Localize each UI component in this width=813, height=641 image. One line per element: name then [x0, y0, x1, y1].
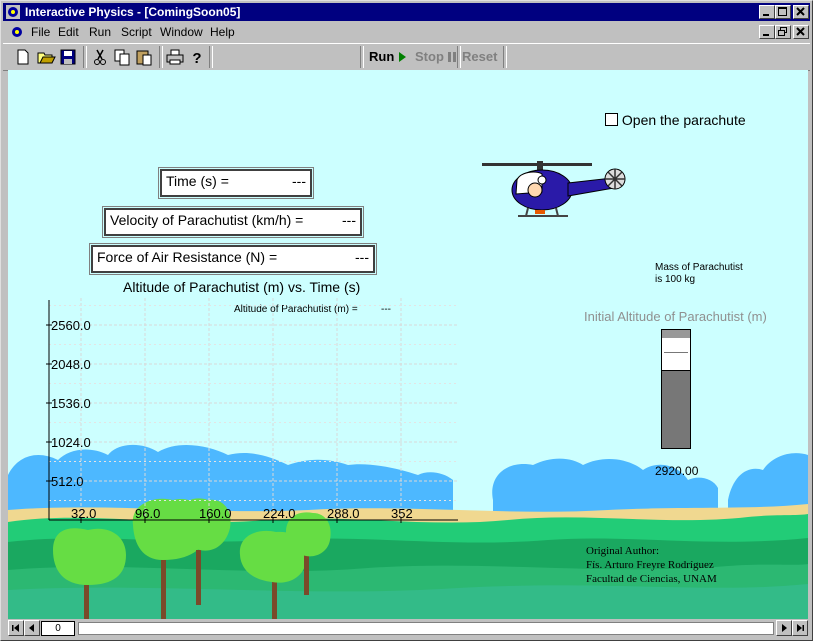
toolbar-separator: [83, 46, 87, 68]
slider-grip: [664, 352, 688, 353]
x-tick-label: 96.0: [135, 506, 160, 521]
document-icon[interactable]: [10, 25, 24, 39]
toolbar-separator: [209, 46, 213, 68]
right-arrow-icon: [782, 624, 787, 632]
menu-window[interactable]: Window: [160, 25, 203, 39]
menu-run[interactable]: Run: [89, 25, 111, 39]
time-value: ---: [292, 173, 306, 189]
run-label: Run: [369, 49, 395, 64]
altitude-slider-top: [662, 330, 690, 338]
toolbar-separator: [360, 46, 364, 68]
close-icon: [796, 27, 805, 36]
left-arrow-icon: [29, 624, 34, 632]
skip-back-icon: [12, 624, 19, 632]
menu-edit[interactable]: Edit: [58, 25, 79, 39]
x-tick-label: 32.0: [71, 506, 96, 521]
toolbar-separator: [457, 46, 461, 68]
credit-line1: Original Author:: [586, 545, 660, 557]
maximize-button[interactable]: [775, 5, 791, 19]
window-title: Interactive Physics - [ComingSoon05]: [25, 5, 241, 19]
mass-note-line1: Mass of Parachutist: [655, 262, 743, 273]
app-icon: [6, 5, 20, 19]
save-icon[interactable]: [58, 47, 78, 67]
scroll-last-button[interactable]: [792, 620, 808, 636]
chart-title: Altitude of Parachutist (m) vs. Time (s): [123, 279, 361, 295]
toolbar: ? Run Stop Reset: [3, 43, 810, 71]
reset-label: Reset: [462, 49, 498, 64]
x-tick-label: 288.0: [327, 506, 360, 521]
parachute-checkbox-row[interactable]: Open the parachute: [605, 112, 746, 128]
run-button[interactable]: Run: [369, 49, 407, 65]
x-tick-label: 160.0: [199, 506, 232, 521]
doc-minimize-button[interactable]: [759, 25, 775, 39]
velocity-meter: Velocity of Parachutist (km/h) = ---: [102, 206, 364, 238]
altitude-input-title: Initial Altitude of Parachutist (m): [584, 309, 767, 324]
menu-script[interactable]: Script: [121, 25, 152, 39]
play-icon: [398, 52, 406, 62]
menu-help[interactable]: Help: [210, 25, 235, 39]
parachute-label: Open the parachute: [621, 112, 746, 128]
x-tick-label: 352: [391, 506, 413, 521]
x-tick-label: 224.0: [263, 506, 296, 521]
scroll-first-button[interactable]: [8, 620, 24, 636]
new-icon[interactable]: [13, 47, 33, 67]
velocity-value: ---: [342, 212, 356, 228]
altitude-slider-thumb[interactable]: [662, 338, 690, 371]
toolbar-separator: [159, 46, 163, 68]
doc-close-button[interactable]: [793, 25, 809, 39]
toolbar-separator: [503, 46, 507, 68]
y-tick-label: 2048.0: [51, 357, 91, 372]
minimize-icon: [763, 14, 769, 16]
menu-bar: File Edit Run Script Window Help: [3, 22, 810, 42]
altitude-chart[interactable]: 512.0 1024.0 1536.0 2048.0 2560.0 32.0 96.0 160…: [43, 298, 463, 543]
frame-scrollbar[interactable]: 0: [8, 620, 808, 637]
skip-forward-icon: [797, 624, 804, 632]
stop-button[interactable]: Stop: [415, 49, 456, 65]
helicopter-icon[interactable]: [480, 158, 630, 228]
time-label: Time (s) =: [166, 173, 229, 189]
cut-icon[interactable]: [90, 47, 110, 67]
y-tick-label: 512.0: [51, 474, 84, 489]
simulation-canvas[interactable]: Altitude of Parachutist (m) vs. Time (s)…: [8, 70, 808, 619]
time-meter: Time (s) = ---: [158, 167, 314, 199]
close-icon: [796, 7, 805, 16]
mass-note-line2: is 100 kg: [655, 274, 696, 285]
stop-label: Stop: [415, 49, 444, 64]
close-button[interactable]: [793, 5, 809, 19]
altitude-value: 2920.00: [655, 464, 699, 478]
reset-button[interactable]: Reset: [462, 49, 497, 65]
force-label: Force of Air Resistance (N) =: [97, 249, 278, 265]
menu-file[interactable]: File: [31, 25, 50, 39]
open-icon[interactable]: [36, 47, 56, 67]
paste-icon[interactable]: [134, 47, 154, 67]
credit-line3: Facultad de Ciencias, UNAM: [586, 573, 717, 585]
scroll-left-button[interactable]: [24, 620, 40, 636]
velocity-label: Velocity of Parachutist (km/h) =: [110, 212, 304, 228]
scroll-right-button[interactable]: [776, 620, 792, 636]
y-tick-label: 1536.0: [51, 396, 91, 411]
frame-counter[interactable]: 0: [41, 621, 75, 636]
application-window: Interactive Physics - [ComingSoon05] Fil…: [0, 0, 813, 641]
svg-text:?: ?: [192, 50, 201, 67]
force-value: ---: [355, 249, 369, 265]
help-icon[interactable]: ?: [187, 47, 207, 67]
minimize-icon: [763, 34, 769, 36]
print-icon[interactable]: [165, 47, 185, 67]
minimize-button[interactable]: [759, 5, 775, 19]
doc-restore-button[interactable]: [775, 25, 791, 39]
altitude-slider-track[interactable]: [661, 329, 691, 449]
y-tick-label: 2560.0: [51, 318, 91, 333]
copy-icon[interactable]: [112, 47, 132, 67]
maximize-icon: [778, 7, 787, 16]
credit-line2: Fís. Arturo Freyre Rodríguez: [586, 559, 714, 571]
y-tick-label: 1024.0: [51, 435, 91, 450]
title-bar[interactable]: Interactive Physics - [ComingSoon05]: [3, 3, 810, 21]
parachute-checkbox[interactable]: [605, 113, 618, 126]
scroll-track[interactable]: [78, 622, 774, 635]
pause-icon: [447, 52, 456, 62]
restore-icon: [778, 27, 787, 36]
force-meter: Force of Air Resistance (N) = ---: [89, 243, 377, 275]
